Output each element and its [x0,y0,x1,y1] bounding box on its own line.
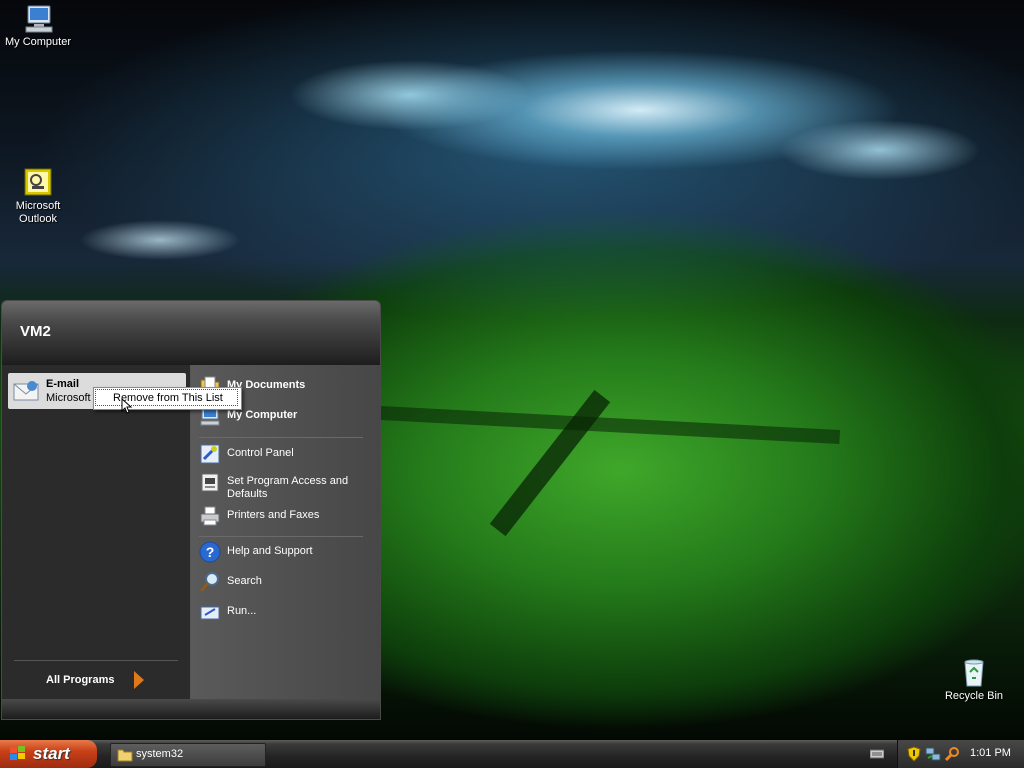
mouse-cursor-icon [121,397,133,414]
folder-icon [117,748,133,762]
security-shield-icon[interactable] [907,746,921,762]
search-icon [199,571,221,593]
svg-text:?: ? [206,544,215,560]
recycle-bin-icon [958,656,990,688]
start-menu-header: VM2 [2,301,380,365]
printer-icon [199,505,221,527]
start-menu-footer [2,699,380,719]
keyboard-icon[interactable] [869,749,885,759]
control-panel-icon [199,443,221,465]
menu-item-printers-faxes[interactable]: Printers and Faxes [199,505,374,529]
menu-item-control-panel[interactable]: Control Panel [199,443,374,467]
network-icon[interactable] [925,746,941,762]
taskbar-button-system32[interactable]: system32 [110,743,266,767]
menu-item-label: Run... [227,605,257,617]
separator [199,437,363,438]
windows-logo-icon [9,746,27,762]
menu-item-help-support[interactable]: ? Help and Support [199,541,374,565]
window-shadow [379,405,841,445]
menu-item-label: Help and Support [227,545,313,557]
menu-item-label: My Computer [227,409,298,421]
menu-item-search[interactable]: Search [199,571,374,595]
desktop-icon-my-computer[interactable]: My Computer [0,2,76,49]
desktop-icon-label: Microsoft Outlook [15,200,61,225]
clock: 1:01 PM [970,747,1011,759]
start-button[interactable]: start [0,740,97,768]
pinned-item-subtitle: Microsoft [46,392,91,404]
menu-item-label: Control Panel [227,447,294,459]
user-name: VM2 [20,323,51,340]
program-access-icon [199,471,221,493]
my-computer-icon [22,2,54,34]
separator [14,660,178,661]
help-icon: ? [199,541,221,563]
run-icon [199,601,221,623]
menu-item-label: Printers and Faxes [227,509,320,521]
arrow-right-icon [134,671,144,689]
desktop-icon-label: Recycle Bin [944,690,1004,702]
menu-item-program-access[interactable]: Set Program Access and Defaults [199,471,374,503]
start-menu: VM2 E-mail Microsoft All Programs My Doc… [1,300,381,720]
start-label: start [33,744,70,763]
all-programs-button[interactable]: All Programs [46,674,114,686]
desktop-icon-outlook[interactable]: Microsoft Outlook [0,166,76,226]
context-menu-item-remove[interactable]: Remove from This List [95,389,238,406]
start-menu-right-pane: My Documents My Computer Control Panel S… [191,365,380,699]
desktop-icon-label: My Computer [4,36,72,48]
outlook-icon [22,166,54,198]
menu-item-label: Set Program Access and Defaults [227,475,349,500]
search-icon[interactable] [944,746,960,762]
menu-item-run[interactable]: Run... [199,601,374,625]
desktop-icon-recycle-bin[interactable]: Recycle Bin [936,656,1012,703]
menu-item-label: Search [227,575,262,587]
email-icon [12,377,40,405]
taskbar: start system32 [0,740,1024,768]
context-menu: Remove from This List [93,387,242,410]
taskbar-button-label: system32 [136,748,184,760]
separator [199,536,363,537]
start-menu-left-pane: E-mail Microsoft All Programs [2,365,191,699]
pinned-item-title: E-mail [46,378,80,390]
